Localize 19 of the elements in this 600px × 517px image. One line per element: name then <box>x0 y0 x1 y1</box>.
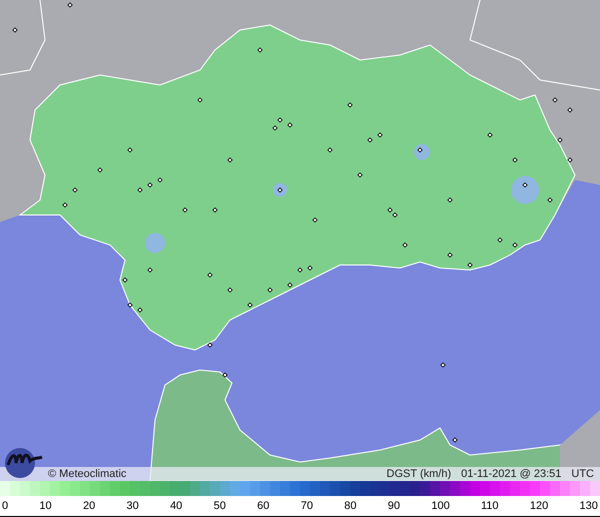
scale-tick-label: 10 <box>39 500 52 512</box>
scale-tick-label: 120 <box>530 500 548 512</box>
scale-tick-label: 40 <box>170 500 182 512</box>
logo-icon <box>4 445 44 479</box>
scale-tick-label: 60 <box>257 500 270 512</box>
scale-tick-label: 20 <box>82 500 96 512</box>
scale-tick-label: 0 <box>2 500 8 512</box>
caption-text: UTC <box>571 468 594 480</box>
scale-tick-label: 130 <box>580 500 598 512</box>
scale-tick-label: 30 <box>126 500 139 512</box>
caption-text: DGST (km/h) <box>386 468 452 480</box>
caption-text: 01-11-2021 @ 23:51 <box>461 468 562 480</box>
scale-tick-label: 100 <box>431 500 450 512</box>
scale-tick-label: 80 <box>344 500 356 512</box>
scale-tick-label: 110 <box>481 500 499 512</box>
scale-tick-label: 50 <box>214 500 226 512</box>
scale-tick-label: 90 <box>388 500 400 512</box>
scale-tick-label: 70 <box>300 500 313 512</box>
copyright-text: © Meteoclimatic <box>48 468 126 480</box>
